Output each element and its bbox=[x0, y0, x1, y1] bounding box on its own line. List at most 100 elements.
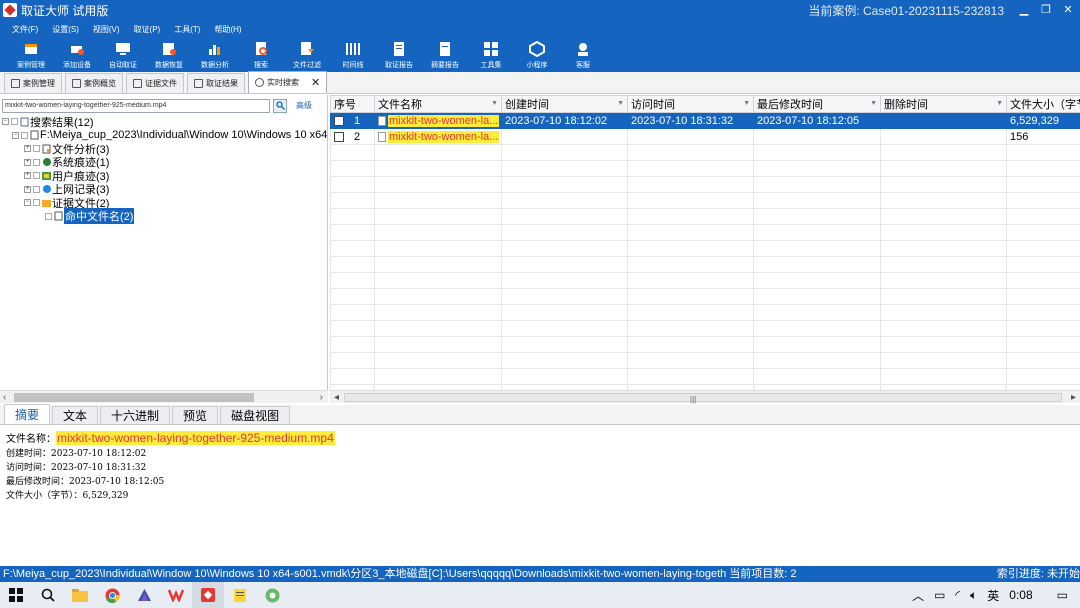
tab-case-overview[interactable]: 案例概览 bbox=[65, 73, 123, 93]
clock[interactable]: 0:08 bbox=[1009, 588, 1032, 602]
toolbar-search-button[interactable]: 搜索 bbox=[238, 38, 284, 72]
ime-indicator[interactable]: 英 bbox=[987, 587, 999, 604]
tray-chevron-icon[interactable]: ︿ bbox=[912, 587, 924, 604]
tab-hex[interactable]: 十六进制 bbox=[100, 406, 171, 424]
notification-icon[interactable]: ▭ bbox=[1057, 588, 1068, 602]
collapse-icon[interactable]: − bbox=[24, 199, 31, 207]
column-header-modified[interactable]: 最后修改时间 ▼ bbox=[753, 95, 881, 113]
tree-node-evidence-files[interactable]: − 证据文件(2) bbox=[2, 196, 328, 210]
toolbar-data-analysis-button[interactable]: 数据分析 bbox=[192, 38, 238, 72]
filter-icon[interactable]: ▼ bbox=[491, 100, 498, 107]
column-header-filename[interactable]: 文件名称 ▼ bbox=[374, 95, 502, 113]
toolbar-forensic-report-button[interactable]: 取证报告 bbox=[376, 38, 422, 72]
battery-icon[interactable]: ▭ bbox=[934, 588, 945, 602]
scroll-right-arrow-icon[interactable]: ▸ bbox=[1071, 391, 1076, 404]
column-header-deleted[interactable]: 删除时间 ▼ bbox=[880, 95, 1007, 113]
taskbar-chrome[interactable] bbox=[96, 582, 128, 608]
volume-icon[interactable]: 🔈︎ bbox=[970, 588, 977, 603]
taskbar-search-button[interactable] bbox=[32, 582, 64, 608]
taskbar-wps[interactable] bbox=[160, 582, 192, 608]
menu-forensics[interactable]: 取证(P) bbox=[134, 24, 161, 35]
left-horizontal-scrollbar[interactable]: ‹ › bbox=[0, 390, 328, 403]
advanced-search-link[interactable]: 高级 bbox=[296, 100, 312, 111]
tree-checkbox[interactable] bbox=[11, 118, 18, 126]
tree-node-user-traces[interactable]: + 用户痕迹(3) bbox=[2, 169, 328, 183]
scroll-right-arrow-icon[interactable]: › bbox=[320, 391, 323, 404]
taskbar-file-explorer[interactable] bbox=[64, 582, 96, 608]
close-tab-icon[interactable]: ✕ bbox=[311, 76, 320, 89]
tree-node-file-analysis[interactable]: + 文件分析(3) bbox=[2, 142, 328, 156]
filter-icon[interactable]: ▼ bbox=[743, 100, 750, 107]
filter-icon[interactable]: ▼ bbox=[870, 100, 877, 107]
tree-node-evidence-path[interactable]: − F:\Meiya_cup_2023\Individual\Window 10… bbox=[2, 129, 328, 143]
toolbar-timeline-button[interactable]: 时间线 bbox=[330, 38, 376, 72]
toolbar-auto-forensics-button[interactable]: 自动取证 bbox=[100, 38, 146, 72]
tree-checkbox[interactable] bbox=[33, 172, 40, 180]
column-header-size[interactable]: 文件大小（字节） bbox=[1006, 95, 1080, 113]
row-checkbox[interactable] bbox=[334, 115, 344, 126]
toolbar-summary-report-button[interactable]: 摘要报告 bbox=[422, 38, 468, 72]
collapse-icon[interactable]: − bbox=[12, 131, 19, 139]
grid-horizontal-scrollbar[interactable]: ◂ ||| ▸ bbox=[330, 390, 1080, 404]
tab-preview[interactable]: 预览 bbox=[172, 406, 219, 424]
tree-checkbox[interactable] bbox=[33, 145, 40, 153]
tree-node-system-traces[interactable]: + 系统痕迹(1) bbox=[2, 156, 328, 169]
close-window-button[interactable]: ✕ bbox=[1060, 2, 1076, 18]
menu-tools[interactable]: 工具(T) bbox=[174, 24, 200, 35]
table-row[interactable]: 2 mixkit-two-women-la... 156 bbox=[330, 128, 1080, 145]
filter-icon[interactable]: ▼ bbox=[617, 100, 624, 107]
column-header-created[interactable]: 创建时间 ▼ bbox=[501, 95, 628, 113]
taskbar-app-green[interactable] bbox=[256, 582, 288, 608]
tree-node-filename-hits[interactable]: 命中文件名(2) bbox=[2, 208, 328, 225]
taskbar-forensic-master[interactable] bbox=[192, 582, 224, 608]
table-row[interactable]: 1 mixkit-two-women-la... 2023-07-10 18:1… bbox=[330, 112, 1080, 129]
toolbar-customer-service-button[interactable]: 客服 bbox=[560, 38, 606, 72]
search-input[interactable] bbox=[2, 98, 270, 113]
expand-icon[interactable]: + bbox=[24, 172, 31, 180]
taskbar-app-purple[interactable] bbox=[128, 582, 160, 608]
scroll-left-arrow-icon[interactable]: ◂ bbox=[334, 391, 339, 404]
scroll-grip-icon[interactable]: ||| bbox=[690, 395, 696, 404]
tab-case-management[interactable]: 案例管理 bbox=[4, 73, 62, 93]
tree-node-root[interactable]: − 搜索结果(12) bbox=[2, 115, 328, 129]
tab-text[interactable]: 文本 bbox=[52, 406, 99, 424]
filter-icon[interactable]: ▼ bbox=[996, 100, 1003, 107]
toolbar-case-management-button[interactable]: 案例管理 bbox=[8, 38, 54, 72]
collapse-icon[interactable]: − bbox=[2, 118, 9, 126]
restore-button[interactable]: ❐ bbox=[1038, 2, 1054, 18]
row-checkbox[interactable] bbox=[334, 131, 344, 142]
wifi-icon[interactable]: ◜ bbox=[955, 588, 960, 602]
menu-view[interactable]: 视图(V) bbox=[93, 24, 120, 35]
tab-disk-view[interactable]: 磁盘视图 bbox=[220, 406, 291, 424]
menu-settings[interactable]: 设置(S) bbox=[52, 24, 79, 35]
tree-checkbox[interactable] bbox=[33, 185, 40, 193]
taskbar-notepad[interactable] bbox=[224, 582, 256, 608]
menu-help[interactable]: 帮助(H) bbox=[214, 24, 241, 35]
toolbar-toolset-button[interactable]: 工具集 bbox=[468, 38, 514, 72]
column-header-index[interactable]: 序号 bbox=[330, 95, 375, 113]
expand-icon[interactable]: + bbox=[24, 158, 31, 166]
tree-checkbox[interactable] bbox=[33, 199, 40, 207]
search-button[interactable] bbox=[273, 98, 287, 113]
toolbar-file-filter-button[interactable]: 文件过滤 bbox=[284, 38, 330, 72]
start-button[interactable] bbox=[0, 582, 32, 608]
tab-evidence-files[interactable]: 证据文件 bbox=[126, 73, 184, 93]
expand-icon[interactable]: + bbox=[24, 145, 31, 153]
scroll-left-arrow-icon[interactable]: ‹ bbox=[3, 391, 6, 404]
tab-summary[interactable]: 摘要 bbox=[4, 404, 51, 424]
tree-node-web-history[interactable]: + 上网记录(3) bbox=[2, 183, 328, 196]
toolbar-data-recovery-button[interactable]: 数据恢复 bbox=[146, 38, 192, 72]
tab-realtime-search[interactable]: 实时搜索 ✕ bbox=[248, 71, 328, 93]
tree-checkbox[interactable] bbox=[21, 131, 28, 139]
tree-checkbox[interactable] bbox=[45, 212, 52, 220]
toolbar-mini-program-button[interactable]: 小程序 bbox=[514, 38, 560, 72]
tree-checkbox[interactable] bbox=[33, 158, 40, 166]
expand-icon[interactable]: + bbox=[24, 185, 31, 193]
scroll-track[interactable]: ||| bbox=[344, 393, 1062, 404]
toolbar-add-device-button[interactable]: 添加设备 bbox=[54, 38, 100, 72]
column-header-accessed[interactable]: 访问时间 ▼ bbox=[627, 95, 754, 113]
scroll-thumb[interactable] bbox=[14, 393, 254, 402]
minimize-button[interactable]: ▁ bbox=[1016, 2, 1032, 18]
menu-file[interactable]: 文件(F) bbox=[12, 24, 38, 35]
tab-forensic-results[interactable]: 取证结果 bbox=[187, 73, 245, 93]
